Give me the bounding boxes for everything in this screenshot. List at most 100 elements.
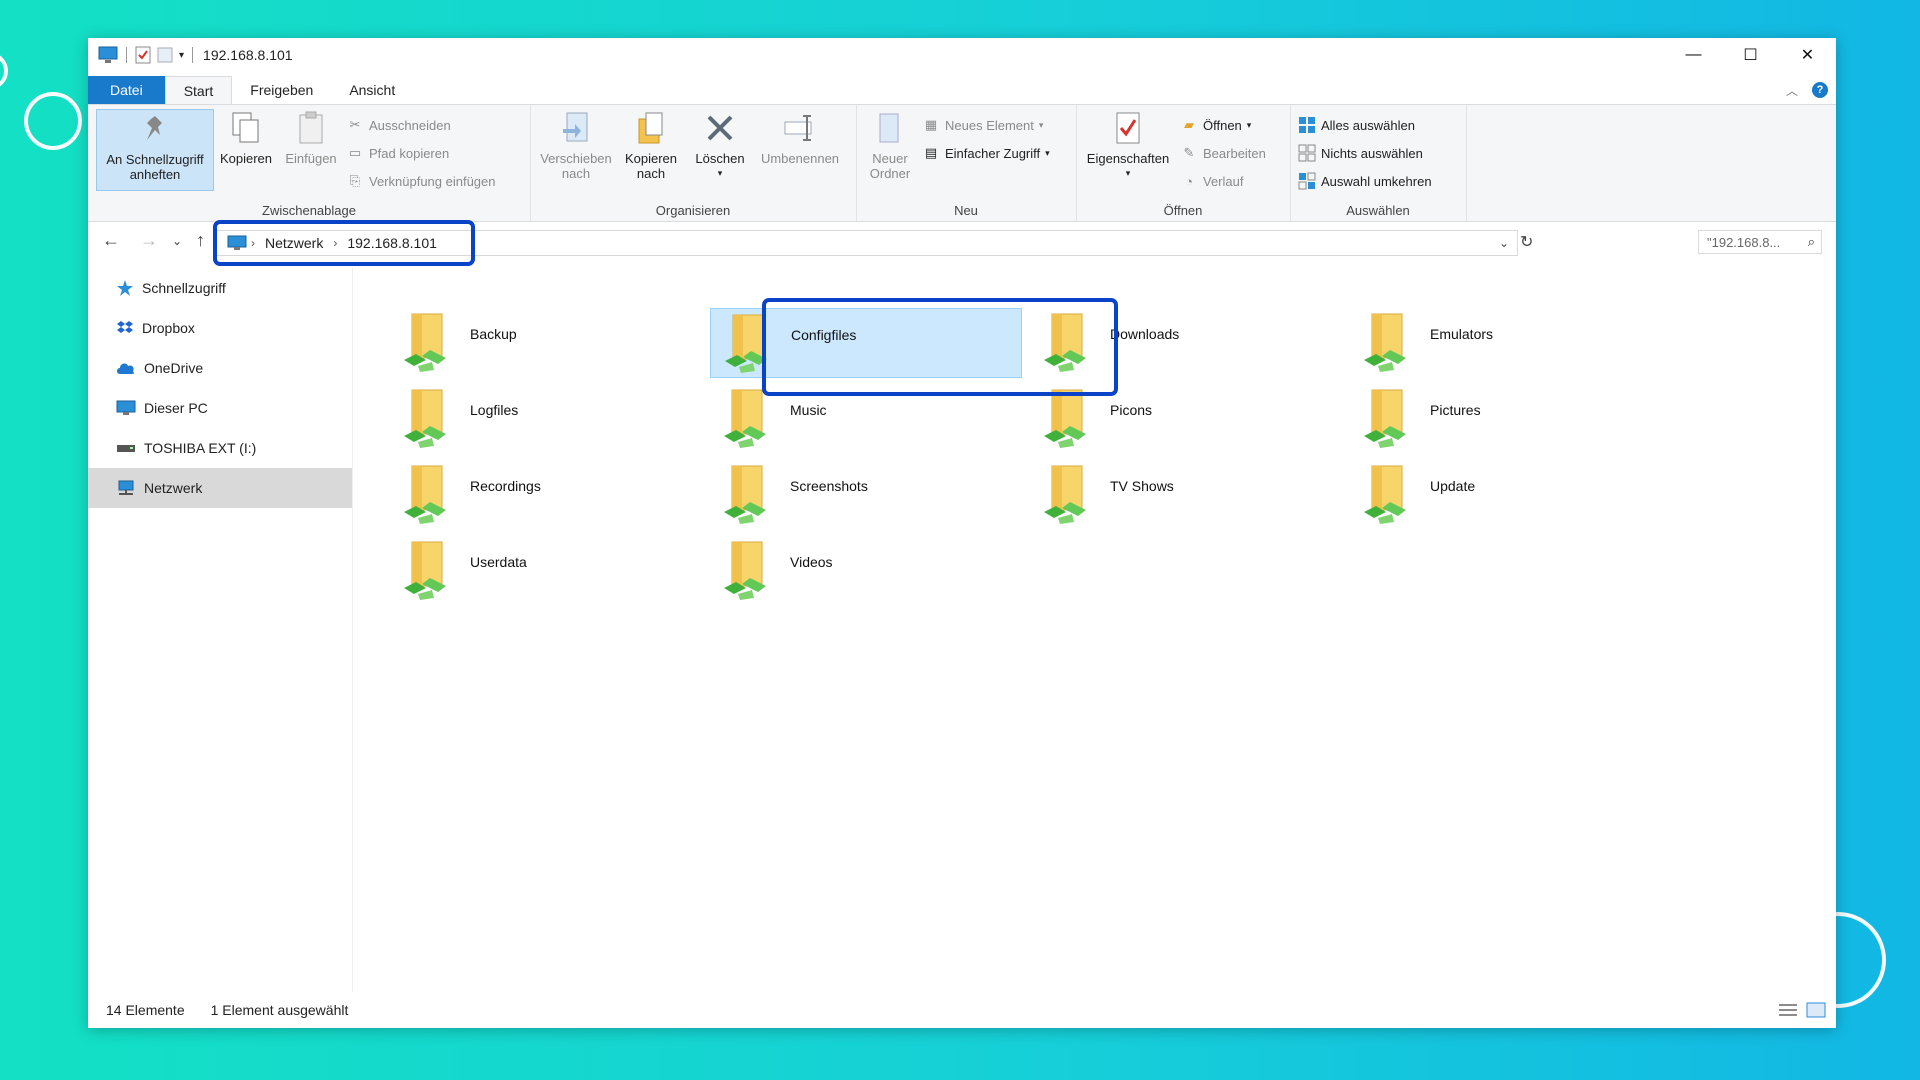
new-item-button[interactable]: ▦ Neues Element ▾ [922, 113, 1044, 137]
select-none-label: Nichts auswählen [1321, 145, 1423, 161]
group-label-clipboard: Zwischenablage [262, 203, 356, 218]
group-organize: Verschieben nach Kopieren nach Löschen ▾… [530, 105, 857, 221]
select-none-button[interactable]: Nichts auswählen [1298, 141, 1423, 165]
copy-to-button[interactable]: Kopieren nach [616, 109, 686, 191]
tab-datei[interactable]: Datei [88, 76, 165, 104]
folder-item-tv-shows[interactable]: TV Shows [1030, 460, 1342, 530]
large-icons-view-icon[interactable] [1806, 1002, 1826, 1018]
folder-item-screenshots[interactable]: Screenshots [710, 460, 1022, 530]
decor-ring-left [24, 92, 82, 150]
folder-item-recordings[interactable]: Recordings [390, 460, 702, 530]
forward-arrow-icon[interactable]: → [140, 230, 158, 251]
folder-view: Backup Configfiles Downloads Emulators L… [352, 268, 1836, 988]
copy-label: Kopieren [219, 151, 273, 166]
address-dropdown-icon[interactable]: ⌄ [1499, 236, 1517, 250]
folder-item-backup[interactable]: Backup [390, 308, 702, 378]
sidebar-item-onedrive[interactable]: OneDrive [88, 348, 352, 388]
new-folder-label-2: Ordner [869, 166, 911, 181]
folder-item-userdata[interactable]: Userdata [390, 536, 702, 606]
pin-quick-access-button[interactable]: An Schnellzugriff anheften [96, 109, 214, 191]
folder-name: Recordings [470, 478, 541, 494]
title-bar: ▾ 192.168.8.101 — ☐ ✕ [88, 38, 1836, 72]
new-item-icon: ▦ [924, 117, 938, 132]
network-folder-icon [1364, 313, 1406, 372]
sidebar-item-dropbox[interactable]: Dropbox [88, 308, 352, 348]
tab-ansicht[interactable]: Ansicht [331, 76, 413, 104]
edit-icon: ✎ [1183, 145, 1195, 160]
group-clipboard: An Schnellzugriff anheften Kopieren Einf… [88, 105, 531, 221]
collapse-ribbon-icon[interactable]: ︿ [1786, 82, 1798, 99]
open-label: Öffnen [1203, 117, 1242, 133]
delete-label: Löschen [695, 151, 745, 166]
star-icon [117, 280, 133, 296]
recent-locations-dropdown-icon[interactable]: ⌄ [172, 234, 182, 248]
details-view-icon[interactable] [1778, 1002, 1798, 1018]
folder-name: Emulators [1430, 326, 1494, 342]
tab-freigeben[interactable]: Freigeben [232, 76, 331, 104]
folder-name: Logfiles [470, 402, 519, 418]
path-icon: ▭ [348, 145, 362, 160]
selection-count: 1 Element ausgewählt [210, 1002, 349, 1018]
network-folder-icon [1364, 465, 1406, 524]
properties-button[interactable]: Eigenschaften ▾ [1080, 109, 1176, 191]
easy-access-label: Einfacher Zugriff [945, 145, 1041, 161]
group-select: Alles auswählen Nichts auswählen Auswahl… [1290, 105, 1467, 221]
properties-icon[interactable] [135, 46, 151, 64]
copy-path-button[interactable]: ▭ Pfad kopieren [346, 141, 449, 165]
sidebar-item-toshiba-ext[interactable]: TOSHIBA EXT (I:) [88, 428, 352, 468]
clipboard-icon [299, 111, 323, 144]
folder-name: Screenshots [790, 478, 868, 494]
search-input[interactable]: "192.168.8... ⌕ [1698, 230, 1822, 254]
folder-item-pictures[interactable]: Pictures [1350, 384, 1662, 454]
decor-ring-topleft [0, 52, 8, 90]
group-new: Neuer Ordner ▦ Neues Element ▾ ▤ Einfach… [856, 105, 1077, 221]
new-folder-icon[interactable] [157, 46, 173, 64]
open-button[interactable]: ▰ Öffnen ▾ [1180, 113, 1251, 137]
edit-button[interactable]: ✎ Bearbeiten [1180, 141, 1266, 165]
easy-access-icon: ▤ [924, 145, 938, 160]
refresh-icon[interactable]: ↻ [1520, 232, 1533, 252]
folder-name: TV Shows [1110, 478, 1174, 494]
history-button[interactable]: ◔ Verlauf [1180, 169, 1243, 193]
help-icon[interactable]: ? [1812, 82, 1828, 98]
view-switcher [1778, 1002, 1826, 1018]
sidebar-item-dieser-pc[interactable]: Dieser PC [88, 388, 352, 428]
folder-name: Music [790, 402, 827, 418]
new-folder-button[interactable]: Neuer Ordner [862, 109, 918, 191]
maximize-button[interactable]: ☐ [1722, 38, 1779, 72]
drive-icon [117, 445, 135, 452]
delete-button[interactable]: Löschen ▾ [690, 109, 750, 191]
copy-button[interactable]: Kopieren [214, 109, 278, 191]
easy-access-button[interactable]: ▤ Einfacher Zugriff ▾ [922, 141, 1050, 165]
invert-selection-label: Auswahl umkehren [1321, 173, 1432, 189]
network-folder-icon [1044, 465, 1086, 524]
quick-access-dropdown-icon[interactable]: ▾ [179, 50, 184, 61]
invert-selection-button[interactable]: Auswahl umkehren [1298, 169, 1432, 193]
folder-item-videos[interactable]: Videos [710, 536, 1022, 606]
search-icon: ⌕ [1807, 234, 1815, 249]
paste-button[interactable]: Einfügen [278, 109, 344, 191]
cut-button[interactable]: ✂ Ausschneiden [346, 113, 451, 137]
close-button[interactable]: ✕ [1779, 38, 1836, 72]
pin-label-2: anheften [129, 167, 181, 182]
sidebar-item-netzwerk[interactable]: Netzwerk [88, 468, 352, 508]
paste-shortcut-button[interactable]: ⎘ Verknüpfung einfügen [346, 169, 496, 193]
folder-name: Downloads [1110, 326, 1180, 342]
window-title: 192.168.8.101 [203, 47, 293, 63]
select-none-icon [1298, 144, 1316, 162]
tab-start[interactable]: Start [164, 76, 233, 104]
up-arrow-icon[interactable]: ↑ [196, 230, 205, 251]
folder-item-update[interactable]: Update [1350, 460, 1662, 530]
folder-item-emulators[interactable]: Emulators [1350, 308, 1662, 378]
move-to-button[interactable]: Verschieben nach [536, 109, 616, 191]
select-all-button[interactable]: Alles auswählen [1298, 113, 1415, 137]
network-folder-icon [404, 313, 446, 372]
sidebar-item-schnellzugriff[interactable]: Schnellzugriff [88, 268, 352, 308]
history-icon: ◔ [1185, 173, 1193, 189]
pin-label-1: An Schnellzugriff [106, 152, 204, 167]
minimize-button[interactable]: — [1665, 38, 1722, 72]
group-label-open: Öffnen [1163, 203, 1203, 218]
rename-button[interactable]: Umbenennen [752, 109, 848, 191]
folder-item-logfiles[interactable]: Logfiles [390, 384, 702, 454]
back-arrow-icon[interactable]: ← [102, 230, 120, 251]
